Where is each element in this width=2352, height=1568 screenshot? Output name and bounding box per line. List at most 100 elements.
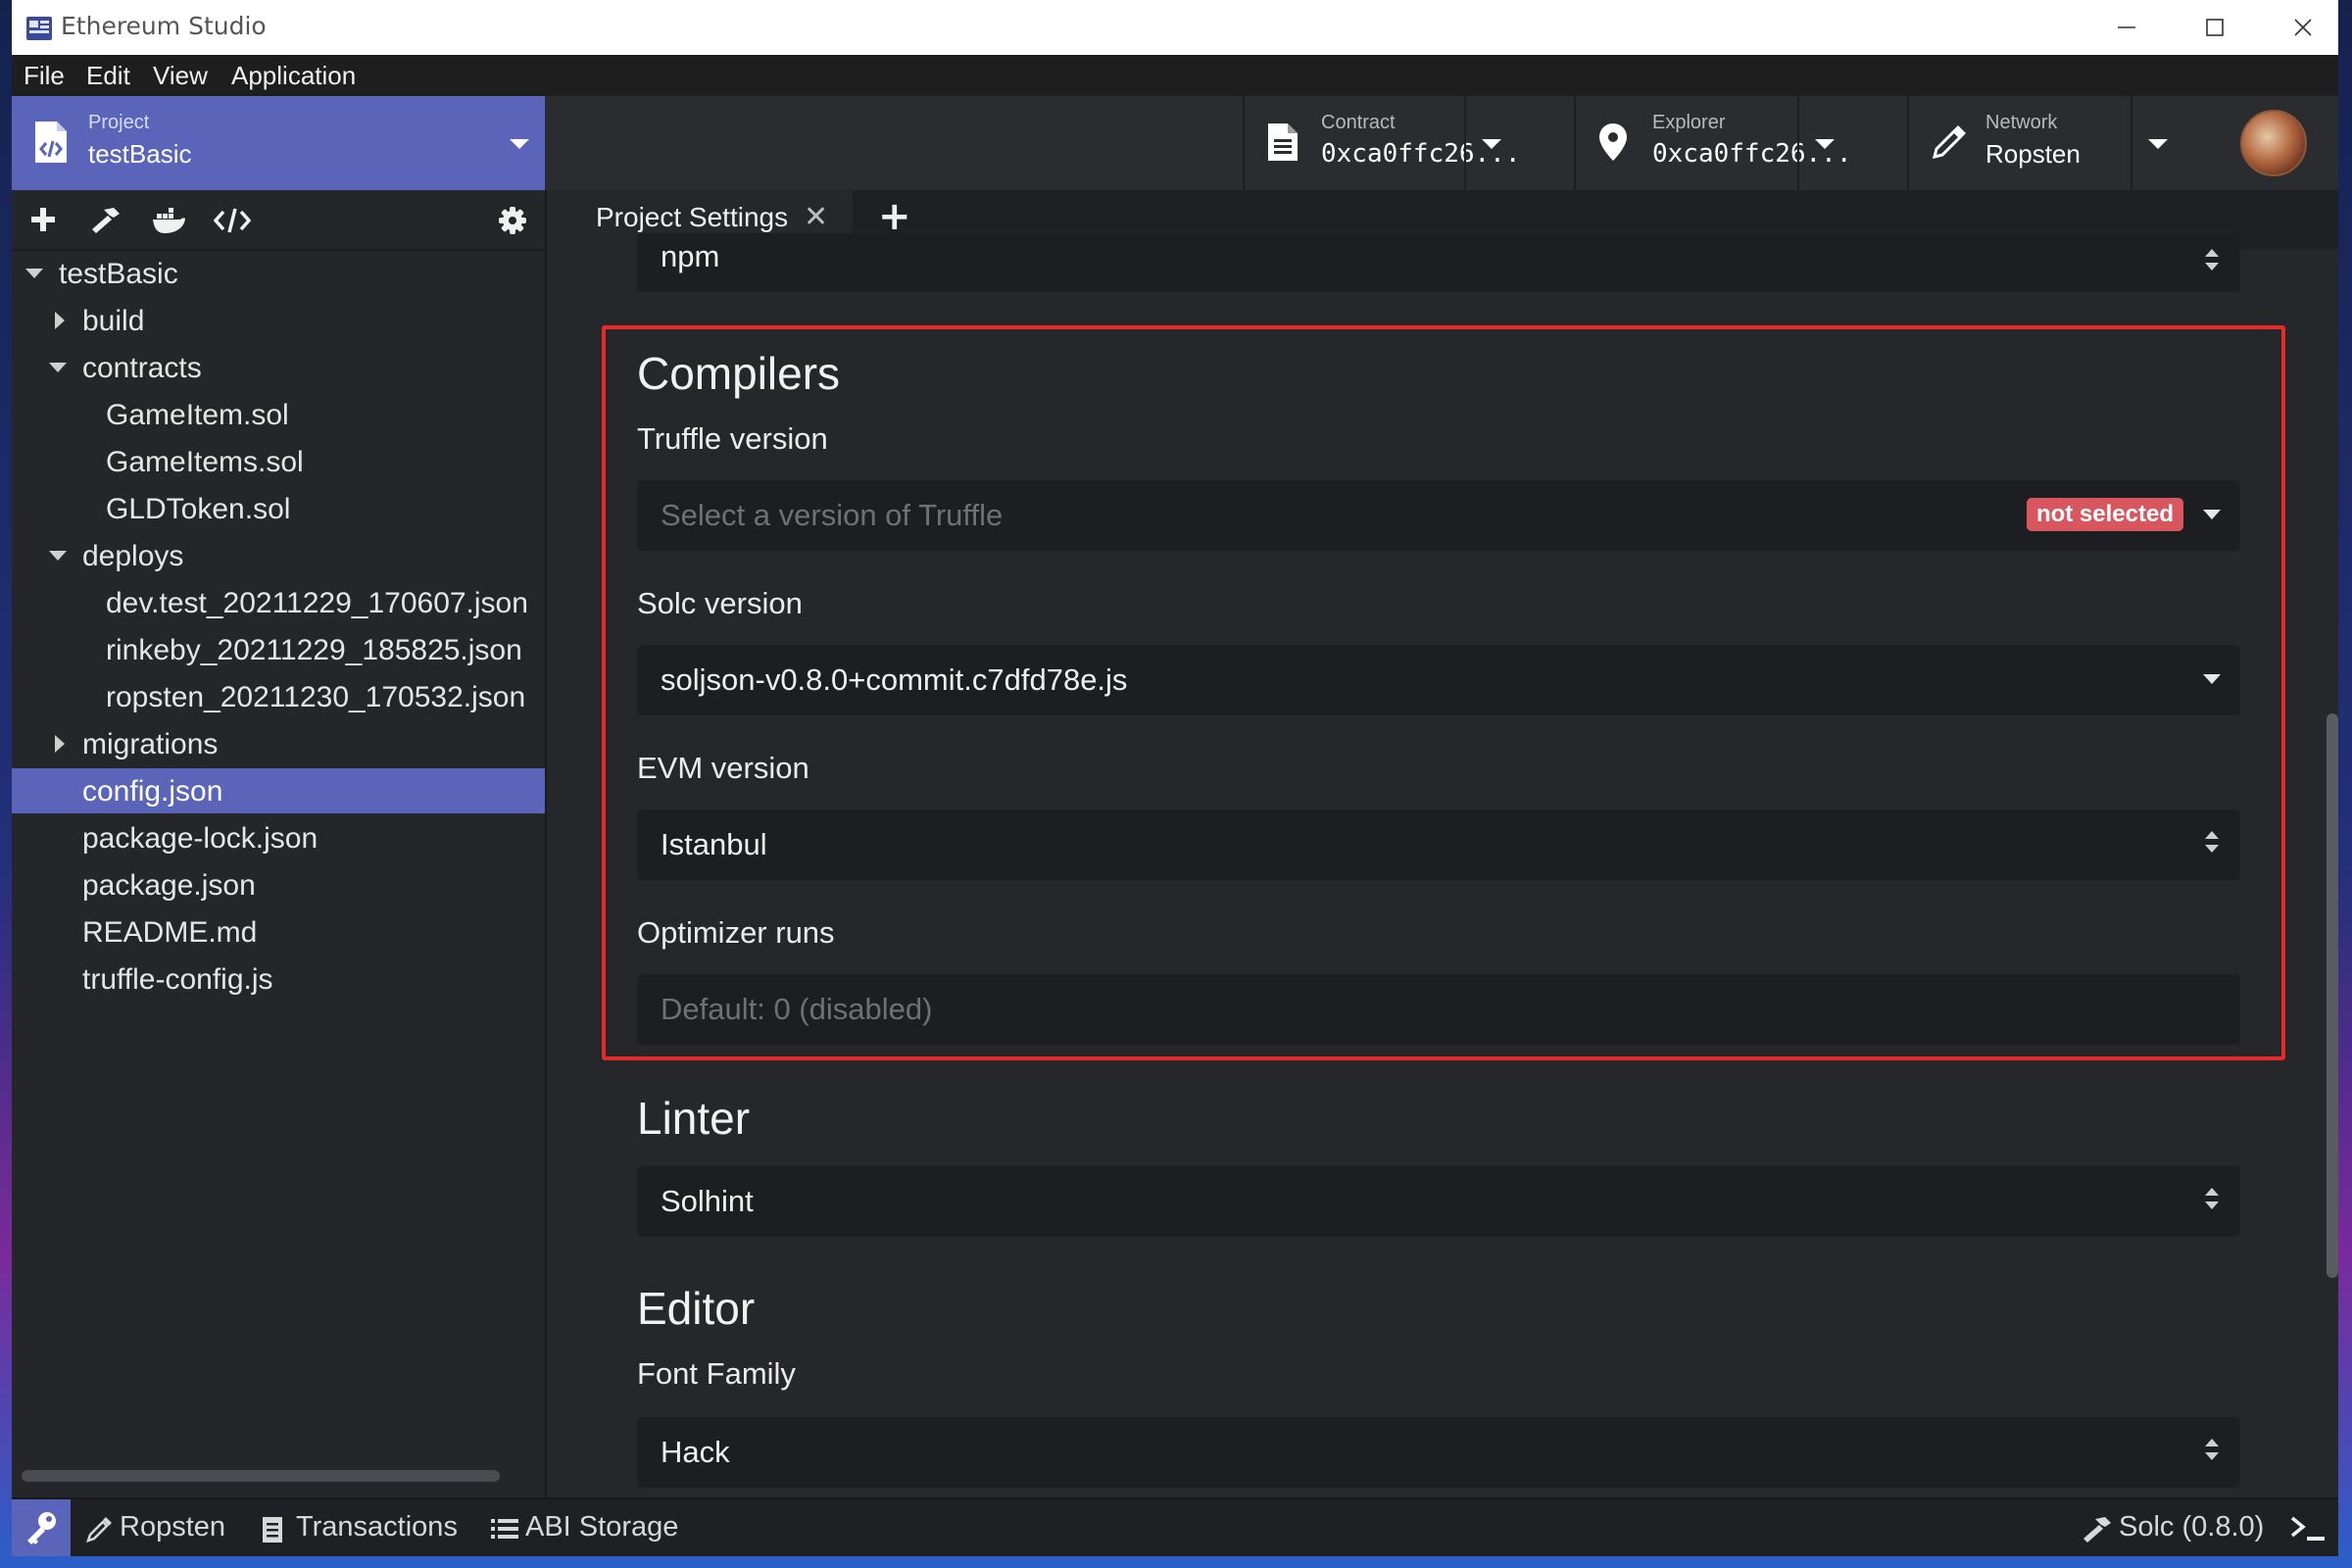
- menu-edit[interactable]: Edit: [86, 61, 130, 91]
- tree-file-gameitems[interactable]: GameItems.sol: [12, 439, 545, 484]
- maximize-button[interactable]: [2170, 0, 2260, 55]
- optimizer-runs-input[interactable]: Default: 0 (disabled): [637, 974, 2240, 1045]
- chevron-right-icon: [55, 735, 65, 753]
- project-name: testBasic: [88, 139, 192, 169]
- tree-folder-build[interactable]: build: [12, 298, 545, 343]
- status-badge: not selected: [2026, 498, 2183, 531]
- hammer-build-icon[interactable]: [90, 206, 122, 235]
- solc-version-select[interactable]: soljson-v0.8.0+commit.c7dfd78e.js: [637, 645, 2240, 715]
- contract-dropdown-button[interactable]: [1464, 96, 1519, 190]
- editor-title: Editor: [637, 1283, 756, 1334]
- tree-file-config-json[interactable]: config.json: [12, 768, 545, 813]
- main-vertical-scrollbar[interactable]: [2327, 713, 2338, 1278]
- package-manager-select[interactable]: npm: [637, 233, 2240, 292]
- avatar[interactable]: [2240, 110, 2307, 176]
- network-selector[interactable]: Network Ropsten: [1907, 96, 2132, 190]
- evm-version-label: EVM version: [637, 751, 809, 785]
- network-dropdown-button[interactable]: [2131, 96, 2185, 190]
- pipette-icon: [86, 1515, 114, 1543]
- code-icon[interactable]: [214, 206, 251, 235]
- map-pin-icon: [1597, 122, 1629, 163]
- chevron-down-icon: [49, 551, 67, 561]
- chevron-down-icon: [2203, 674, 2221, 684]
- docker-icon[interactable]: [151, 206, 186, 235]
- explorer-dropdown-button[interactable]: [1797, 96, 1852, 190]
- tree-label: deploys: [82, 540, 184, 572]
- top-header: Project testBasic Contract 0xca0ffc26...: [12, 96, 2338, 190]
- project-caption: Project: [88, 112, 150, 133]
- sidebar-toolbar: [12, 190, 545, 251]
- tree-file-package-lock[interactable]: package-lock.json: [12, 815, 545, 860]
- tree-file-rinkeby[interactable]: rinkeby_20211229_185825.json: [12, 627, 545, 672]
- tree-label: testBasic: [59, 258, 178, 290]
- explorer-selector[interactable]: Explorer 0xca0ffc26...: [1574, 96, 1852, 190]
- tree-file-truffle-config[interactable]: truffle-config.js: [12, 956, 545, 1002]
- linter-title: Linter: [637, 1093, 751, 1144]
- optimizer-runs-label: Optimizer runs: [637, 915, 835, 950]
- tree-file-gldtoken[interactable]: GLDToken.sol: [12, 486, 545, 531]
- add-file-icon[interactable]: [29, 206, 57, 233]
- close-icon[interactable]: ✕: [804, 200, 828, 234]
- close-icon: [2294, 19, 2312, 36]
- tree-label: build: [82, 305, 145, 337]
- key-button[interactable]: [12, 1499, 71, 1556]
- status-transactions[interactable]: Transactions: [296, 1511, 458, 1544]
- chevron-down-icon: [49, 363, 67, 372]
- close-window-button[interactable]: [2258, 0, 2338, 55]
- title-bar: Ethereum Studio: [12, 0, 2338, 55]
- solc-version-label: Solc version: [637, 586, 803, 620]
- chevron-down-icon[interactable]: [510, 139, 529, 149]
- contract-selector[interactable]: Contract 0xca0ffc26...: [1243, 96, 1521, 190]
- compilers-title: Compilers: [637, 348, 841, 399]
- tree-file-ropsten[interactable]: ropsten_20211230_170532.json: [12, 674, 545, 719]
- tree-folder-testbasic[interactable]: testBasic: [12, 251, 545, 296]
- chevron-down-icon: [2203, 510, 2221, 519]
- project-selector[interactable]: Project testBasic: [12, 96, 545, 190]
- tree-file-gameitem[interactable]: GameItem.sol: [12, 392, 545, 437]
- status-compiler[interactable]: Solc (0.8.0): [2119, 1511, 2264, 1544]
- tree-folder-contracts[interactable]: contracts: [12, 345, 545, 390]
- font-family-select[interactable]: Hack: [637, 1417, 2240, 1488]
- select-value: npm: [661, 239, 720, 273]
- minimize-button[interactable]: [2082, 0, 2172, 55]
- select-placeholder: Select a version of Truffle: [661, 498, 1004, 532]
- tree-label: GLDToken.sol: [106, 493, 291, 525]
- app-window: Ethereum Studio File Edit View Applicati…: [12, 0, 2338, 1556]
- app-logo-icon: [25, 15, 53, 42]
- sidebar-horizontal-scrollbar[interactable]: [22, 1470, 500, 1482]
- updown-arrows-icon: [2205, 247, 2219, 276]
- evm-version-select[interactable]: Istanbul: [637, 809, 2240, 880]
- pipette-icon: [1931, 122, 1970, 161]
- tree-label: README.md: [82, 916, 258, 949]
- truffle-version-select[interactable]: Select a version of Truffle not selected: [637, 480, 2240, 551]
- status-bar: Ropsten Transactions ABI Storage Solc (0…: [12, 1497, 2338, 1556]
- menu-view[interactable]: View: [153, 61, 208, 91]
- status-network[interactable]: Ropsten: [120, 1511, 225, 1544]
- menu-application[interactable]: Application: [231, 61, 356, 91]
- window-title: Ethereum Studio: [61, 12, 267, 40]
- select-value: Istanbul: [661, 827, 767, 861]
- tree-folder-deploys[interactable]: deploys: [12, 533, 545, 578]
- contract-caption: Contract: [1321, 112, 1396, 133]
- chevron-down-icon: [25, 269, 43, 278]
- tree-folder-migrations[interactable]: migrations: [12, 721, 545, 766]
- tree-label: migrations: [82, 728, 219, 760]
- gear-icon[interactable]: [498, 206, 527, 235]
- tree-label: GameItems.sol: [106, 446, 304, 478]
- receipt-icon: [261, 1515, 284, 1544]
- tree-file-dev-test[interactable]: dev.test_20211229_170607.json: [12, 580, 545, 625]
- updown-arrows-icon: [2205, 1186, 2219, 1215]
- terminal-icon[interactable]: [2289, 1513, 2328, 1544]
- tree-label: GameItem.sol: [106, 399, 289, 431]
- menu-file[interactable]: File: [24, 61, 65, 91]
- menu-bar: File Edit View Application: [12, 55, 2338, 96]
- key-icon: [27, 1512, 56, 1544]
- select-value: soljson-v0.8.0+commit.c7dfd78e.js: [661, 662, 1128, 697]
- tree-file-package-json[interactable]: package.json: [12, 862, 545, 907]
- tree-file-readme[interactable]: README.md: [12, 909, 545, 955]
- input-placeholder: Default: 0 (disabled): [661, 992, 933, 1026]
- truffle-version-label: Truffle version: [637, 421, 828, 456]
- status-abi-storage[interactable]: ABI Storage: [525, 1511, 678, 1544]
- linter-select[interactable]: Solhint: [637, 1166, 2240, 1237]
- updown-arrows-icon: [2205, 829, 2219, 858]
